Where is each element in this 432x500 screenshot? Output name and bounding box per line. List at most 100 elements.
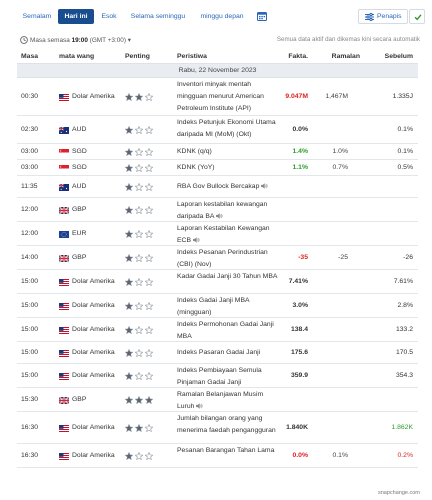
time-cell: 15:00 <box>21 372 39 379</box>
importance-stars-icon <box>125 182 155 193</box>
speech-icon <box>214 213 223 220</box>
confirm-button[interactable] <box>409 9 425 24</box>
actual-value: 0.0% <box>292 126 309 133</box>
previous-value: 0.1% <box>397 148 414 155</box>
currency-cell: Dolar Amerika <box>72 452 115 459</box>
currency-cell: Dolar Amerika <box>72 326 115 333</box>
table-header: Masa mata wang Penting Peristiwa Fakta. … <box>17 50 418 64</box>
table-row[interactable]: 16:30 Dolar Amerika Jumlah bilangan orang … <box>17 412 418 444</box>
previous-value: 0.2% <box>397 452 414 459</box>
importance-stars-icon <box>125 125 155 136</box>
table-row[interactable]: 11:35 AUD RBA Gov Bullock Bercakap <box>17 176 418 198</box>
economic-calendar-table: Masa mata wang Penting Peristiwa Fakta. … <box>17 50 418 468</box>
table-row[interactable]: 16:30 Dolar Amerika Pesanan Barangan Tahan… <box>17 444 418 468</box>
time-cell: 00:30 <box>21 93 39 100</box>
importance-stars-icon <box>125 348 155 359</box>
currency-cell: Dolar Amerika <box>72 93 115 100</box>
table-row[interactable]: 03:00 SGD KDNK (q/q) 1.4% 1.0% 0.1% <box>17 144 418 160</box>
event-name[interactable]: Indeks Permohonan Gadai Janji MBA <box>177 319 279 343</box>
event-name[interactable]: Indeks Pasaran Gadai Janji <box>177 347 279 359</box>
table-row[interactable]: 15:00 Dolar Amerika Kadar Gadai Janji 30 T… <box>17 270 418 294</box>
event-name[interactable]: Indeks Petunjuk Ekonomi Utama daripada M… <box>177 117 279 141</box>
previous-value: 1.862K <box>391 424 413 431</box>
table-row[interactable]: 03:00 SGD KDNK (YoY) 1.1% 0.7% 0.5% <box>17 160 418 176</box>
previous-value: 0.1% <box>397 126 414 133</box>
event-name[interactable]: Jumlah bilangan orang yang menerima faed… <box>177 413 279 437</box>
event-name[interactable]: RBA Gov Bullock Bercakap <box>177 181 279 193</box>
importance-stars-icon <box>125 371 155 382</box>
table-row[interactable]: 12:00 EUR Laporan Kestabilan Kewangan ECB <box>17 222 418 246</box>
table-row[interactable]: 15:00 Dolar Amerika Indeks Gadai Janji MBA… <box>17 294 418 318</box>
event-name[interactable]: Indeks Pembiayaan Semula Pinjaman Gadai … <box>177 365 279 389</box>
header-actual: Fakta. <box>288 53 308 60</box>
table-row[interactable]: 15:00 Dolar Amerika Indeks Permohonan Gada… <box>17 318 418 342</box>
time-cell: 11:35 <box>21 183 38 190</box>
table-row[interactable]: 00:30 Dolar Amerika Inventori minyak menta… <box>17 78 418 116</box>
calendar-icon[interactable] <box>257 11 267 21</box>
previous-value: 170.5 <box>395 349 413 356</box>
table-row[interactable]: 15:00 Dolar Amerika Indeks Pasaran Gadai J… <box>17 342 418 364</box>
previous-value: 2.8% <box>397 302 414 309</box>
tab-today[interactable]: Hari ini <box>58 9 94 24</box>
flag-gb-icon <box>59 254 69 262</box>
forecast-value: 1.0% <box>332 148 349 155</box>
actual-value: 9.047M <box>285 93 308 100</box>
event-name[interactable]: Pesanan Barangan Tahan Lama <box>177 445 279 457</box>
event-name[interactable]: Kadar Gadai Janji 30 Tahun MBA <box>177 271 279 283</box>
table-row[interactable]: 14:00 GBP Indeks Pesanan Perindustrian (CB… <box>17 246 418 270</box>
time-cell: 15:00 <box>21 302 39 309</box>
table-row[interactable]: 15:30 GBP Ramalan Belanjawan Musim Luruh <box>17 388 418 412</box>
filter-button[interactable]: Penapis <box>358 9 408 24</box>
importance-stars-icon <box>125 301 155 312</box>
event-name[interactable]: Indeks Gadai Janji MBA (mingguan) <box>177 295 279 319</box>
time-cell: 15:00 <box>21 278 39 285</box>
importance-stars-icon <box>125 253 155 264</box>
currency-cell: EUR <box>72 230 87 237</box>
importance-stars-icon <box>125 163 155 174</box>
event-name[interactable]: Ramalan Belanjawan Musim Luruh <box>177 389 279 413</box>
currency-cell: Dolar Amerika <box>72 372 115 379</box>
flag-us-icon <box>59 278 69 286</box>
time-cell: 02:30 <box>21 126 39 133</box>
currency-cell: Dolar Amerika <box>72 302 115 309</box>
currency-cell: GBP <box>72 254 87 261</box>
time-cell: 16:30 <box>21 452 39 459</box>
time-cell: 15:00 <box>21 349 39 356</box>
currency-cell: AUD <box>72 126 87 133</box>
forecast-value: -25 <box>338 254 348 261</box>
flag-au-icon <box>59 126 69 134</box>
auto-update-note: Semua data aktif dan dikemas kini secara… <box>276 36 420 43</box>
currency-cell: Dolar Amerika <box>72 278 115 285</box>
event-name[interactable]: KDNK (YoY) <box>177 162 279 174</box>
table-row[interactable]: 15:00 Dolar Amerika Indeks Pembiayaan Semu… <box>17 364 418 388</box>
header-currency: mata wang <box>59 53 95 60</box>
actual-value: 3.0% <box>292 302 309 309</box>
previous-value: -26 <box>403 254 413 261</box>
speech-icon <box>191 237 200 244</box>
forecast-value: 0.1% <box>332 452 349 459</box>
importance-stars-icon <box>125 395 155 406</box>
currency-cell: AUD <box>72 183 87 190</box>
previous-value: 354.3 <box>395 372 413 379</box>
actual-value: 359.9 <box>290 372 308 379</box>
tab-next-week[interactable]: minggu depan <box>196 9 248 24</box>
time-bar: Masa semasa 19:00 (GMT +3:00) ▾ Semua da… <box>0 32 432 48</box>
table-row[interactable]: 02:30 AUD Indeks Petunjuk Ekonomi Utama da… <box>17 116 418 144</box>
header-forecast: Ramalan <box>331 53 360 60</box>
previous-value: 0.5% <box>397 164 414 171</box>
timezone-selector[interactable]: Masa semasa 19:00 (GMT +3:00) ▾ <box>30 36 131 44</box>
tab-this-week[interactable]: Selama seminggu <box>126 9 190 24</box>
tab-tomorrow[interactable]: Esok <box>98 9 120 24</box>
event-name[interactable]: Inventori minyak mentah mingguan menurut… <box>177 79 279 115</box>
tab-yesterday[interactable]: Semalam <box>20 9 54 24</box>
event-name[interactable]: Laporan kestabilan kewangan daripada BA <box>177 199 279 223</box>
currency-cell: SGD <box>72 164 87 171</box>
flag-au-icon <box>59 183 69 191</box>
event-name[interactable]: Laporan Kestabilan Kewangan ECB <box>177 223 279 247</box>
actual-value: 0.0% <box>292 452 309 459</box>
table-row[interactable]: 12:00 GBP Laporan kestabilan kewangan dari… <box>17 198 418 222</box>
event-name[interactable]: KDNK (q/q) <box>177 146 279 158</box>
header-event: Peristiwa <box>177 53 207 60</box>
forecast-value: 0.7% <box>332 164 349 171</box>
event-name[interactable]: Indeks Pesanan Perindustrian (CBI) (Nov) <box>177 247 279 271</box>
